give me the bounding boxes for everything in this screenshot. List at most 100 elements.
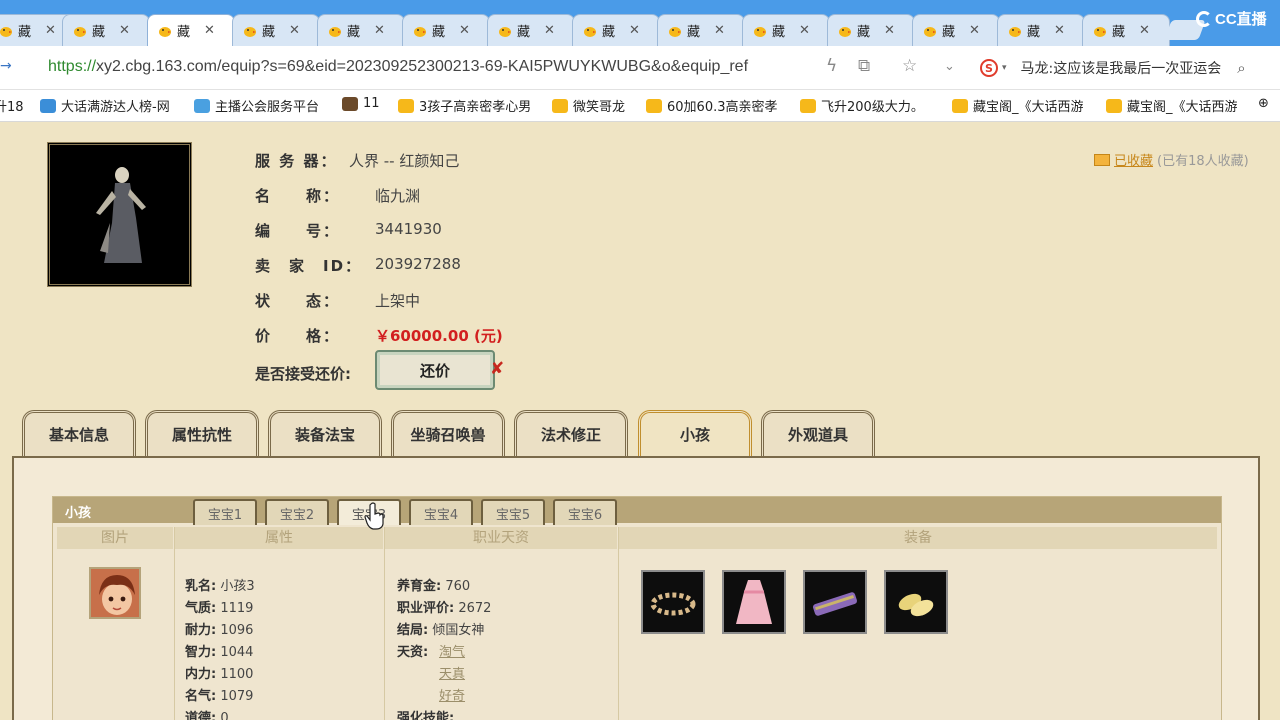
baby-tab[interactable]: 宝宝2	[265, 499, 329, 525]
browser-tab[interactable]: 藏 ✕	[147, 14, 235, 46]
browser-tab[interactable]: 藏 ✕	[1082, 14, 1170, 46]
counter-offer-button[interactable]: 还价	[375, 350, 495, 390]
main-tab[interactable]: 属性抗性	[145, 410, 259, 456]
baby-tab[interactable]: 宝宝4	[409, 499, 473, 525]
bookmark-item[interactable]: 主播公会服务平台	[194, 96, 319, 115]
tab-close-icon[interactable]: ✕	[119, 23, 130, 38]
talent-item[interactable]: 好奇	[439, 685, 465, 704]
baby-tab-label: 宝宝5	[495, 507, 531, 523]
main-tab[interactable]: 基本信息	[22, 410, 136, 456]
main-tab[interactable]: 小孩	[638, 410, 752, 456]
bookmark-item[interactable]: 大话满游达人榜-网	[40, 96, 170, 115]
main-tab[interactable]: 法术修正	[514, 410, 628, 456]
name-row: 名 称： 临九渊	[255, 185, 420, 206]
attribute-value: 0	[220, 711, 229, 720]
bookmark-item[interactable]: 藏宝阁_《大话西游	[952, 96, 1084, 115]
chick-favicon-icon	[924, 26, 936, 37]
browser-tab[interactable]: 藏 ✕	[317, 14, 405, 46]
bookmark-item[interactable]: 藏宝阁_《大话西游	[1106, 96, 1238, 115]
browser-tab[interactable]: 藏 ✕	[827, 14, 915, 46]
tab-close-icon[interactable]: ✕	[204, 23, 215, 38]
main-tab-label: 基本信息	[48, 426, 109, 444]
bookmark-item[interactable]: 微笑哥龙	[552, 96, 625, 115]
back-arrow-icon[interactable]: →	[0, 58, 12, 74]
tab-close-icon[interactable]: ✕	[1054, 23, 1065, 38]
brand-ring-icon	[1196, 10, 1212, 27]
tab-close-icon[interactable]: ✕	[45, 23, 56, 38]
bookmark-item[interactable]: 飞升200级大力。	[800, 96, 924, 115]
chick-favicon-icon	[754, 26, 766, 37]
tab-close-icon[interactable]: ✕	[289, 23, 300, 38]
share-icon[interactable]: ⧉	[858, 56, 870, 76]
bookmark-item[interactable]: 升18	[0, 96, 24, 115]
equipment-slot[interactable]	[722, 570, 786, 634]
bookmarks-more-icon[interactable]: ⊕	[1258, 96, 1269, 111]
star-icon[interactable]: ☆	[902, 56, 917, 76]
baby-tab[interactable]: 宝宝1	[193, 499, 257, 525]
favorite-link[interactable]: 已收藏 (已有18人收藏)	[1094, 150, 1249, 169]
bookmark-favicon-icon	[342, 96, 358, 111]
tab-title: 藏	[857, 25, 871, 40]
search-icon[interactable]: ⌕	[1237, 59, 1245, 77]
talent-link[interactable]: 天真	[439, 667, 465, 682]
id-value: 3441930	[375, 220, 442, 238]
bookmark-item[interactable]: 3孩子高亲密孝心男	[398, 96, 531, 115]
tab-close-icon[interactable]: ✕	[714, 23, 725, 38]
browser-tab[interactable]: 藏 ✕	[62, 14, 150, 46]
chick-favicon-icon	[74, 26, 86, 37]
bookmark-item[interactable]: 11	[342, 96, 380, 111]
tab-close-icon[interactable]: ✕	[459, 23, 470, 38]
main-tab[interactable]: 坐骑召唤兽	[391, 410, 505, 456]
main-tab[interactable]: 外观道具	[761, 410, 875, 456]
talent-item[interactable]: 淘气	[439, 641, 465, 660]
tab-title: 藏	[177, 25, 191, 40]
bookmark-item[interactable]: 60加60.3高亲密孝	[646, 96, 778, 115]
talent-link[interactable]: 好奇	[439, 689, 465, 704]
equipment-slot[interactable]	[641, 570, 705, 634]
price-value: ￥60000.00 (元)	[375, 327, 503, 345]
tab-close-icon[interactable]: ✕	[544, 23, 555, 38]
tab-close-icon[interactable]: ✕	[969, 23, 980, 38]
browser-tab[interactable]: 藏 ✕	[487, 14, 575, 46]
browser-tab[interactable]: 藏 ✕	[402, 14, 490, 46]
hand-cursor-icon	[364, 502, 384, 530]
search-engine-icon[interactable]: S	[980, 59, 998, 77]
baby-tab[interactable]: 宝宝5	[481, 499, 545, 525]
status-row: 状 态： 上架中	[255, 290, 420, 311]
main-tab[interactable]: 装备法宝	[268, 410, 382, 456]
url-field[interactable]: https://xy2.cbg.163.com/equip?s=69&eid=2…	[48, 58, 808, 76]
counter-offer-row: 是否接受还价:	[255, 363, 375, 384]
lightning-icon[interactable]: ϟ	[826, 56, 837, 76]
browser-tab[interactable]: 藏 ✕	[232, 14, 320, 46]
engine-dropdown-icon[interactable]: ▾	[1002, 63, 1007, 73]
search-suggestion[interactable]: 马龙:这应该是我最后一次亚运会	[1021, 58, 1222, 78]
tab-close-icon[interactable]: ✕	[1139, 23, 1150, 38]
search-box[interactable]: S ▾ 马龙:这应该是我最后一次亚运会 ⌕	[980, 54, 1280, 82]
talent-item[interactable]: 天真	[439, 663, 465, 682]
tab-close-icon[interactable]: ✕	[884, 23, 895, 38]
browser-tab[interactable]: 藏 ✕	[912, 14, 1000, 46]
browser-tab[interactable]: 藏 ✕	[997, 14, 1085, 46]
counter-offer-close-icon[interactable]: ✘	[490, 359, 504, 379]
tab-close-icon[interactable]: ✕	[374, 23, 385, 38]
tab-close-icon[interactable]: ✕	[629, 23, 640, 38]
equipment-slot[interactable]	[803, 570, 867, 634]
talent-link[interactable]: 淘气	[439, 645, 465, 660]
tab-title: 藏	[92, 25, 106, 40]
child-face-icon	[91, 569, 139, 617]
dropdown-chevron-icon[interactable]: ⌄	[944, 59, 955, 74]
column-header-equipment: 装备	[619, 527, 1217, 549]
equipment-slot[interactable]	[884, 570, 948, 634]
main-tab-label: 坐骑召唤兽	[410, 426, 486, 444]
ending-label: 结局:	[397, 623, 429, 638]
tab-close-icon[interactable]: ✕	[799, 23, 810, 38]
attribute-row: 智力: 1044	[185, 641, 253, 660]
browser-tab[interactable]: 藏 ✕	[657, 14, 745, 46]
tab-title: 藏	[942, 25, 956, 40]
baby-tab[interactable]: 宝宝6	[553, 499, 617, 525]
baby-tab-label: 宝宝4	[423, 507, 459, 523]
bookmarks-bar: 升18 大话满游达人榜-网 主播公会服务平台 11 3孩子高亲密孝心男 微笑哥龙 60加60…	[0, 90, 1280, 122]
browser-tab[interactable]: 藏 ✕	[572, 14, 660, 46]
favorited-label[interactable]: 已收藏	[1114, 150, 1153, 169]
browser-tab[interactable]: 藏 ✕	[742, 14, 830, 46]
